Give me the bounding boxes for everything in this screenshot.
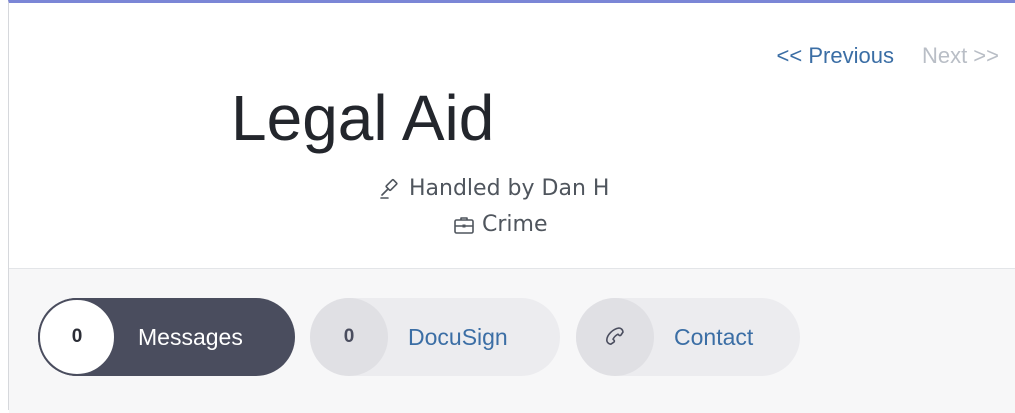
docusign-count-badge: 0 [310,298,388,376]
handled-by-line: Handled by Dan H [379,176,609,201]
phone-icon [576,298,654,376]
messages-label: Messages [138,323,243,350]
briefcase-icon [452,213,476,237]
practice-area-text: Crime [482,212,548,237]
messages-count-badge: 0 [38,298,116,376]
action-bar: 0 Messages 0 DocuSign Contact [9,269,1015,413]
docusign-label: DocuSign [408,323,508,350]
gavel-icon [379,177,403,201]
page-title: Legal Aid [231,82,495,154]
case-card: << Previous Next >> Legal Aid Handled by… [8,0,1015,413]
next-link[interactable]: Next >> [922,43,999,69]
docusign-button[interactable]: 0 DocuSign [310,298,560,376]
handled-by-text: Handled by Dan H [409,176,610,201]
record-navigation: << Previous Next >> [777,43,999,69]
case-header: << Previous Next >> Legal Aid Handled by… [9,3,1015,268]
contact-button[interactable]: Contact [576,298,800,376]
practice-area-line: Crime [452,212,547,237]
contact-label: Contact [674,323,754,350]
messages-button[interactable]: 0 Messages [38,298,295,376]
previous-link[interactable]: << Previous [777,43,894,69]
